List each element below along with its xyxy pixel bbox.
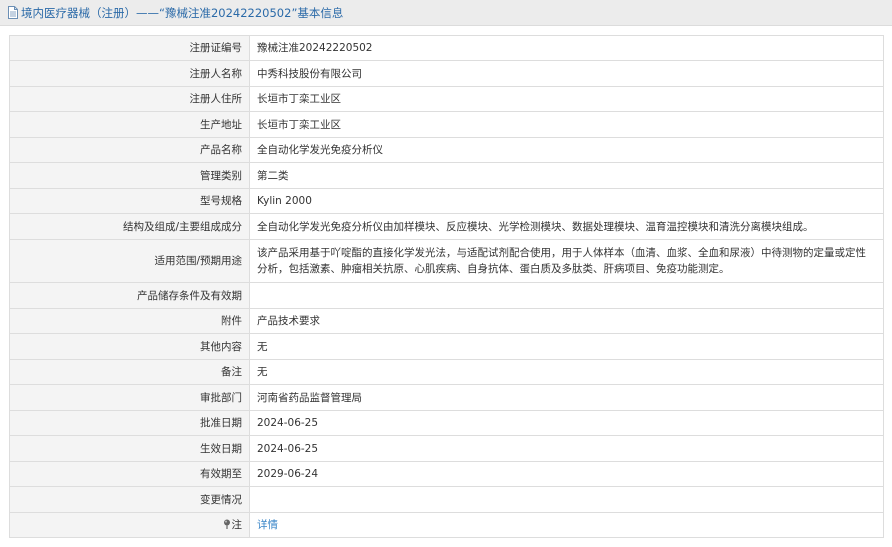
row-label: 注册人住所 — [9, 86, 250, 112]
table-row-reg-number: 注册证编号 豫械注准20242220502 — [9, 35, 884, 61]
row-value — [249, 486, 884, 513]
row-label: 有效期至 — [9, 461, 250, 487]
table-row-change-history: 变更情况 — [9, 486, 884, 513]
table-row-management-class: 管理类别 第二类 — [9, 162, 884, 189]
row-value: 2024-06-25 — [249, 410, 884, 436]
page-title-bar: 境内医疗器械（注册）——“豫械注准20242220502”基本信息 — [0, 0, 892, 26]
table-row-registrant-name: 注册人名称 中秀科技股份有限公司 — [9, 60, 884, 87]
row-label: 注册证编号 — [9, 35, 250, 61]
table-row-attachment: 附件 产品技术要求 — [9, 308, 884, 334]
table-row-remarks: 备注 无 — [9, 359, 884, 385]
row-label: 产品名称 — [9, 137, 250, 163]
row-value: 产品技术要求 — [249, 308, 884, 334]
row-value: 全自动化学发光免疫分析仪 — [249, 137, 884, 163]
details-link[interactable]: 详情 — [257, 519, 278, 531]
row-label: 审批部门 — [9, 384, 250, 411]
registration-detail-table: 注册证编号 豫械注准20242220502 注册人名称 中秀科技股份有限公司 注… — [9, 35, 884, 538]
row-value: 第二类 — [249, 162, 884, 189]
table-row-expiry-date: 有效期至 2029-06-24 — [9, 461, 884, 487]
table-row-structure-composition: 结构及组成/主要组成成分 全自动化学发光免疫分析仪由加样模块、反应模块、光学检测… — [9, 213, 884, 240]
table-row-storage-conditions: 产品储存条件及有效期 — [9, 282, 884, 309]
row-value: 中秀科技股份有限公司 — [249, 60, 884, 87]
row-value: 河南省药品监督管理局 — [249, 384, 884, 411]
table-row-product-name: 产品名称 全自动化学发光免疫分析仪 — [9, 137, 884, 163]
table-row-registrant-address: 注册人住所 长垣市丁栾工业区 — [9, 86, 884, 112]
table-row-approval-date: 批准日期 2024-06-25 — [9, 410, 884, 436]
table-row-intended-use: 适用范围/预期用途 该产品采用基于吖啶酯的直接化学发光法，与适配试剂配合使用，用… — [9, 239, 884, 283]
row-value: 2024-06-25 — [249, 435, 884, 462]
row-value: Kylin 2000 — [249, 188, 884, 214]
row-label: 注册人名称 — [9, 60, 250, 87]
table-row-effective-date: 生效日期 2024-06-25 — [9, 435, 884, 462]
row-label: 备注 — [9, 359, 250, 385]
row-value: 豫械注准20242220502 — [249, 35, 884, 61]
table-row-other-content: 其他内容 无 — [9, 333, 884, 360]
row-label: 生效日期 — [9, 435, 250, 462]
table-row-note: 注 详情 — [9, 512, 884, 538]
note-label: 注 — [231, 519, 243, 531]
row-value: 详情 — [249, 512, 884, 538]
row-value: 长垣市丁栾工业区 — [249, 86, 884, 112]
row-value: 无 — [249, 333, 884, 360]
row-label: 产品储存条件及有效期 — [9, 282, 250, 309]
row-label: 型号规格 — [9, 188, 250, 214]
row-label: 变更情况 — [9, 486, 250, 513]
row-label: 附件 — [9, 308, 250, 334]
row-value — [249, 282, 884, 309]
row-value: 无 — [249, 359, 884, 385]
page-title: 境内医疗器械（注册）——“豫械注准20242220502”基本信息 — [21, 5, 344, 20]
row-label: 管理类别 — [9, 162, 250, 189]
table-row-model-spec: 型号规格 Kylin 2000 — [9, 188, 884, 214]
row-value: 该产品采用基于吖啶酯的直接化学发光法，与适配试剂配合使用，用于人体样本（血清、血… — [249, 239, 884, 283]
table-row-production-address: 生产地址 长垣市丁栾工业区 — [9, 111, 884, 138]
row-label: 结构及组成/主要组成成分 — [9, 213, 250, 240]
row-label: 批准日期 — [9, 410, 250, 436]
row-label: 注 — [9, 512, 250, 538]
pin-icon — [223, 519, 230, 529]
row-value: 2029-06-24 — [249, 461, 884, 487]
document-icon — [8, 6, 18, 19]
row-value: 全自动化学发光免疫分析仪由加样模块、反应模块、光学检测模块、数据处理模块、温育温… — [249, 213, 884, 240]
row-label: 适用范围/预期用途 — [9, 239, 250, 283]
row-value: 长垣市丁栾工业区 — [249, 111, 884, 138]
row-label: 生产地址 — [9, 111, 250, 138]
row-label: 其他内容 — [9, 333, 250, 360]
table-row-approval-dept: 审批部门 河南省药品监督管理局 — [9, 384, 884, 411]
